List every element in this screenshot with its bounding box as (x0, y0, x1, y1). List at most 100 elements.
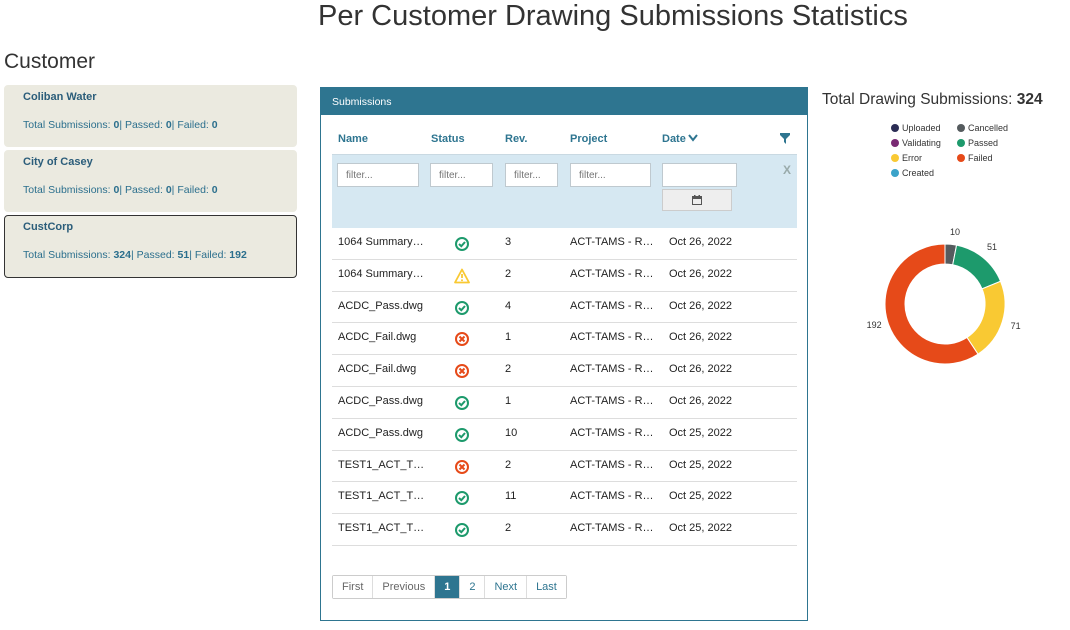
customer-name: City of Casey (23, 156, 93, 168)
customer-stats: Total Submissions: 324| Passed: 51| Fail… (23, 249, 247, 261)
table-row[interactable]: 1064 Summary… 2 ACT-TAMS - R… Oct 26, 2022 (332, 260, 797, 292)
legend-item-error[interactable]: Error (891, 153, 922, 163)
pager-previous[interactable]: Previous (373, 576, 436, 598)
legend-swatch (957, 124, 965, 132)
cell-name: ACDC_Pass.dwg (338, 394, 423, 407)
filter-date-input[interactable] (662, 163, 737, 187)
table-row[interactable]: ACDC_Pass.dwg 4 ACT-TAMS - R… Oct 26, 2022 (332, 292, 797, 324)
cell-date: Oct 26, 2022 (669, 363, 732, 376)
passed-check-icon (455, 427, 469, 442)
legend-item-failed[interactable]: Failed (957, 153, 993, 163)
pager-page-2[interactable]: 2 (460, 576, 486, 598)
legend-item-cancelled[interactable]: Cancelled (957, 123, 1008, 133)
customer-list: Coliban Water Total Submissions: 0| Pass… (4, 85, 297, 281)
column-header-name[interactable]: Name (338, 133, 368, 145)
cell-rev: 2 (505, 458, 512, 471)
cell-date: Oct 25, 2022 (669, 458, 732, 471)
cell-name: TEST1_ACT_T… (338, 522, 425, 535)
donut-slice-error[interactable] (966, 280, 1006, 355)
cell-name: ACDC_Fail.dwg (338, 331, 417, 344)
legend-label: Validating (902, 138, 941, 148)
pager-page-1[interactable]: 1 (435, 576, 461, 598)
legend-label: Error (902, 153, 922, 163)
table-row[interactable]: 1064 Summary… 3 ACT-TAMS - R… Oct 26, 2022 (332, 228, 797, 260)
cell-name: TEST1_ACT_T… (338, 458, 425, 471)
clear-filter-button[interactable]: X (783, 163, 791, 177)
donut-label-passed: 51 (987, 242, 997, 252)
page-title: Per Customer Drawing Submissions Statist… (318, 0, 908, 32)
passed-check-icon (455, 523, 469, 538)
legend-swatch (891, 139, 899, 147)
cell-name: ACDC_Pass.dwg (338, 299, 423, 312)
submission-rows: 1064 Summary… 3 ACT-TAMS - R… Oct 26, 2022 1… (332, 228, 797, 546)
cell-date: Oct 26, 2022 (669, 267, 732, 280)
legend-item-uploaded[interactable]: Uploaded (891, 123, 941, 133)
passed-check-icon (455, 237, 469, 251)
cell-rev: 2 (505, 363, 512, 376)
cell-rev: 1 (505, 331, 512, 344)
customer-stats: Total Submissions: 0| Passed: 0| Failed:… (23, 184, 218, 196)
cell-project: ACT-TAMS - R… (570, 394, 654, 407)
table-row[interactable]: ACDC_Pass.dwg 10 ACT-TAMS - R… Oct 25, 2022 (332, 419, 797, 451)
legend-swatch (957, 139, 965, 147)
customer-card-coliban-water[interactable]: Coliban Water Total Submissions: 0| Pass… (4, 85, 297, 147)
cell-project: ACT-TAMS - R… (570, 458, 654, 471)
column-header-date[interactable]: Date (662, 133, 698, 145)
customer-card-city-of-casey[interactable]: City of Casey Total Submissions: 0| Pass… (4, 150, 297, 212)
grid-header: Name Status Rev. Project Date (332, 122, 797, 154)
filter-name-input[interactable] (337, 163, 419, 187)
donut-label-cancelled: 10 (950, 227, 960, 237)
column-header-rev[interactable]: Rev. (505, 133, 527, 145)
failed-x-icon (455, 364, 469, 379)
filter-rev-input[interactable] (505, 163, 558, 187)
total-submissions: Total Drawing Submissions: 324 (822, 91, 1043, 108)
filter-row: X (332, 154, 797, 228)
legend-swatch (957, 154, 965, 162)
submissions-panel: Submissions Name Status Rev. Project Dat… (320, 87, 808, 621)
cell-name: ACDC_Fail.dwg (338, 363, 417, 376)
customer-stats: Total Submissions: 0| Passed: 0| Failed:… (23, 119, 218, 131)
donut-label-error: 71 (1011, 321, 1021, 331)
legend-label: Uploaded (902, 123, 941, 133)
column-header-status[interactable]: Status (431, 133, 465, 145)
cell-rev: 1 (505, 394, 512, 407)
cell-project: ACT-TAMS - R… (570, 331, 654, 344)
customer-card-custcorp[interactable]: CustCorp Total Submissions: 324| Passed:… (4, 215, 297, 278)
donut-label-failed: 192 (867, 320, 882, 330)
legend-item-passed[interactable]: Passed (957, 138, 998, 148)
table-row[interactable]: ACDC_Pass.dwg 1 ACT-TAMS - R… Oct 26, 2022 (332, 387, 797, 419)
legend-swatch (891, 154, 899, 162)
legend-swatch (891, 169, 899, 177)
cell-project: ACT-TAMS - R… (570, 490, 654, 503)
cell-date: Oct 26, 2022 (669, 394, 732, 407)
column-header-project[interactable]: Project (570, 133, 607, 145)
pager-last[interactable]: Last (527, 576, 566, 598)
legend-item-validating[interactable]: Validating (891, 138, 941, 148)
passed-check-icon (455, 491, 469, 506)
legend-item-created[interactable]: Created (891, 168, 934, 178)
cell-rev: 3 (505, 236, 512, 248)
sort-descending-icon (688, 134, 698, 142)
table-row[interactable]: ACDC_Fail.dwg 1 ACT-TAMS - R… Oct 26, 2022 (332, 323, 797, 356)
filter-project-input[interactable] (570, 163, 651, 187)
customer-name: Coliban Water (23, 91, 97, 103)
table-row[interactable]: TEST1_ACT_T… 2 ACT-TAMS - R… Oct 25, 2022 (332, 514, 797, 546)
warning-triangle-icon (454, 268, 470, 284)
legend-label: Created (902, 168, 935, 178)
table-row[interactable]: TEST1_ACT_T… 11 ACT-TAMS - R… Oct 25, 2022 (332, 482, 797, 515)
legend-label: Cancelled (968, 123, 1009, 133)
cell-date: Oct 25, 2022 (669, 426, 732, 439)
pager-first[interactable]: First (333, 576, 374, 598)
table-row[interactable]: TEST1_ACT_T… 2 ACT-TAMS - R… Oct 25, 2022 (332, 451, 797, 483)
cell-project: ACT-TAMS - R… (570, 299, 654, 312)
filter-status-input[interactable] (430, 163, 493, 187)
cell-date: Oct 26, 2022 (669, 331, 732, 344)
date-picker-button[interactable] (662, 189, 732, 211)
legend-label: Failed (968, 153, 993, 163)
pager-next[interactable]: Next (485, 576, 528, 598)
legend-swatch (891, 124, 899, 132)
table-row[interactable]: ACDC_Fail.dwg 2 ACT-TAMS - R… Oct 26, 2022 (332, 355, 797, 387)
filter-icon[interactable] (780, 133, 790, 144)
failed-x-icon (455, 332, 469, 347)
cell-name: ACDC_Pass.dwg (338, 426, 423, 439)
